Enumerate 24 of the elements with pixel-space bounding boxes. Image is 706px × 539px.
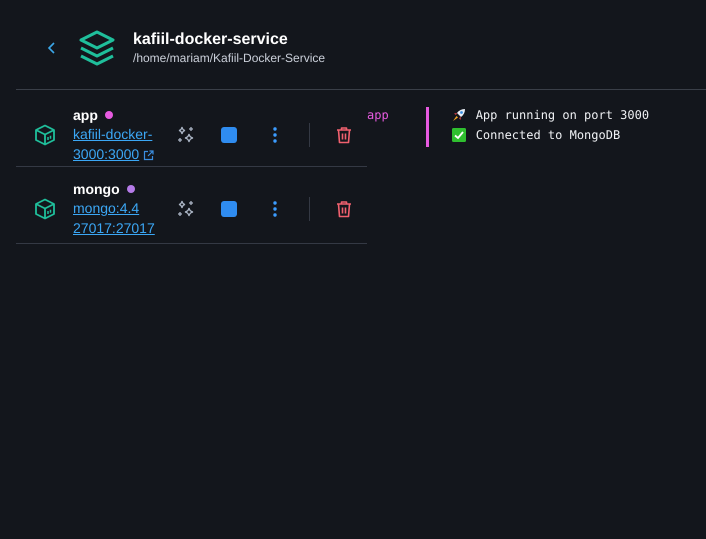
delete-button[interactable] [334, 125, 354, 145]
back-icon[interactable] [47, 41, 57, 55]
log-source: app [367, 107, 389, 123]
container-icon [34, 124, 56, 146]
project-title: kafiil-docker-service [133, 30, 289, 50]
port-link[interactable]: 3000:3000 [73, 144, 140, 164]
external-link-icon[interactable] [143, 150, 154, 161]
rocket-icon [452, 108, 466, 122]
checkmark-icon [452, 128, 466, 142]
port-link[interactable]: 27017:27017 [73, 218, 155, 238]
more-menu-button[interactable] [271, 200, 279, 218]
delete-button[interactable] [334, 199, 354, 219]
service-name: app [73, 106, 98, 124]
container-icon [34, 198, 56, 220]
log-line: App running on port 3000 [476, 107, 650, 123]
layers-icon [78, 30, 116, 66]
service-name: mongo [73, 180, 120, 198]
more-menu-button[interactable] [271, 126, 279, 144]
log-line: Connected to MongoDB [476, 127, 620, 143]
image-link[interactable]: kafiil-docker- [73, 124, 152, 144]
stop-button[interactable] [220, 200, 238, 218]
stop-button[interactable] [220, 126, 238, 144]
project-path: /home/mariam/Kafiil-Docker-Service [133, 50, 326, 66]
image-link[interactable]: mongo:4.4 [73, 198, 140, 218]
